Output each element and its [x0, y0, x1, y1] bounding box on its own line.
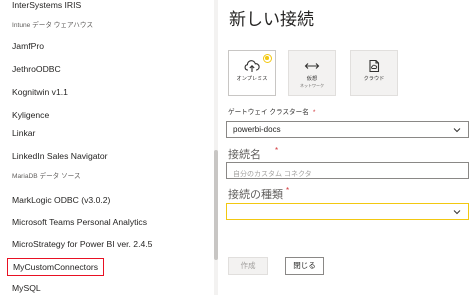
connection-type-select[interactable] [226, 203, 469, 220]
connection-name-label: 接続名 * [228, 146, 278, 162]
connector-item[interactable]: Intune データ ウェアハウス [12, 18, 93, 34]
connection-name-field[interactable] [226, 162, 469, 182]
tile-on-premises[interactable]: オンプレミス [228, 50, 276, 96]
required-mark: * [312, 109, 316, 116]
connector-item-selected[interactable]: MyCustomConnectors [7, 258, 104, 276]
connector-item[interactable]: MariaDB データ ソース [12, 169, 81, 185]
connection-type-label-text: 接続の種類 [228, 189, 283, 201]
connector-list: InterSystems IRIS Intune データ ウェアハウス JamfPr… [0, 0, 218, 295]
cloud-upload-icon [229, 59, 275, 75]
connector-item[interactable]: LinkedIn Sales Navigator [12, 148, 108, 164]
connector-item[interactable]: InterSystems IRIS [12, 0, 81, 13]
connector-item[interactable]: Microsoft Teams Personal Analytics [12, 214, 147, 230]
tile-virtual-network[interactable]: 仮想 ネットワーク [288, 50, 336, 96]
gateway-cluster-value: powerbi-docs [233, 125, 281, 134]
tile-sublabel: ネットワーク [300, 83, 324, 88]
new-connection-panel: 新しい接続 オンプレミス 仮想 ネットワーク クラウド ゲートウェイ クラスター… [218, 0, 474, 295]
connection-name-label-text: 接続名 [228, 149, 261, 161]
connector-item[interactable]: JamfPro [12, 38, 44, 54]
tile-cloud[interactable]: クラウド [350, 50, 398, 96]
required-mark: * [275, 146, 279, 155]
cloud-document-icon [351, 59, 397, 75]
create-button[interactable]: 作成 [228, 257, 268, 275]
virtual-network-icon [289, 59, 335, 75]
connector-item[interactable]: Linkar [12, 125, 35, 141]
gateway-cluster-label-text: ゲートウェイ クラスター名 [228, 109, 309, 116]
connector-item[interactable]: MySQL [12, 280, 41, 295]
connection-name-input[interactable] [227, 167, 468, 182]
gateway-cluster-select[interactable]: powerbi-docs [226, 121, 469, 138]
tile-label: 仮想 [306, 76, 318, 82]
tile-label: クラウド [363, 76, 385, 82]
close-button[interactable]: 閉じる [285, 257, 324, 275]
tile-label: オンプレミス [236, 76, 268, 82]
connector-item[interactable]: MarkLogic ODBC (v3.0.2) [12, 192, 110, 208]
chevron-down-icon [453, 128, 461, 133]
connector-item[interactable]: JethroODBC [12, 61, 61, 77]
connector-item[interactable]: Kyligence [12, 107, 49, 123]
chevron-down-icon [453, 210, 461, 215]
required-mark: * [286, 186, 290, 195]
gateway-cluster-label: ゲートウェイ クラスター名 * [228, 106, 315, 116]
connection-type-label: 接続の種類 * [228, 186, 289, 202]
page-title: 新しい接続 [229, 10, 314, 29]
connector-item[interactable]: MicroStrategy for Power BI ver. 2.4.5 [12, 236, 152, 252]
connector-item[interactable]: Kognitwin v1.1 [12, 84, 68, 100]
